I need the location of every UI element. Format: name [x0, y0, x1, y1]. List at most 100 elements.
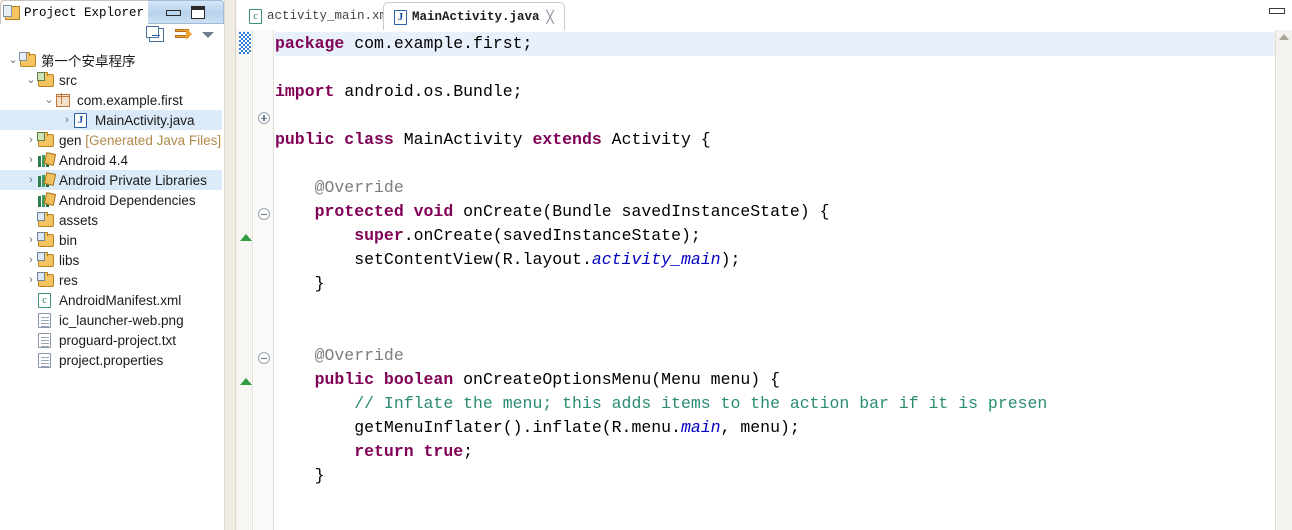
project-explorer-tab-row: Project Explorer ╳	[0, 0, 224, 24]
panel-splitter[interactable]	[224, 0, 236, 530]
tree-item-project-properties[interactable]: project.properties	[0, 350, 222, 370]
code-line[interactable]: return true;	[275, 440, 1275, 464]
link-with-editor-icon[interactable]	[175, 27, 192, 42]
code-line[interactable]: package com.example.first;	[275, 32, 1275, 56]
code-token-kw: public boolean	[314, 370, 454, 389]
editor-minimize-icon[interactable]	[1269, 5, 1285, 14]
project-explorer-toolbar	[0, 24, 224, 46]
chevron-right-icon[interactable]: ›	[24, 174, 38, 186]
project-folder-icon	[19, 52, 38, 68]
code-editor[interactable]: package com.example.first; import androi…	[237, 30, 1292, 530]
code-line[interactable]	[275, 56, 1275, 80]
changed-lines-marker[interactable]	[239, 32, 251, 54]
folder-icon	[37, 212, 56, 228]
tree-item-[interactable]: ⌄ 第一个安卓程序	[0, 50, 222, 70]
tree-item-gen[interactable]: › gen [Generated Java Files]	[0, 130, 222, 150]
tree-item-androidmanifest-xml[interactable]: c AndroidManifest.xml	[0, 290, 222, 310]
code-line[interactable]: public class MainActivity extends Activi…	[275, 128, 1275, 152]
tree-item-label: bin	[59, 232, 78, 248]
code-line[interactable]	[275, 512, 1275, 530]
tree-item-bin[interactable]: › bin	[0, 230, 222, 250]
chevron-right-icon[interactable]: ›	[24, 254, 38, 266]
project-tree[interactable]: ⌄ 第一个安卓程序 ⌄ src ⌄ com.example.first › J MainActi…	[0, 46, 222, 530]
chevron-down-icon[interactable]: ⌄	[6, 54, 20, 66]
code-token-kw: return true	[354, 442, 464, 461]
collapse-all-icon[interactable]	[146, 25, 164, 42]
chevron-right-icon[interactable]: ›	[24, 154, 38, 166]
tree-item-label: Android Dependencies	[59, 192, 196, 208]
folder-icon	[37, 272, 56, 288]
source-folder-icon	[37, 72, 56, 88]
code-line[interactable]	[275, 104, 1275, 128]
file-icon	[38, 332, 56, 348]
tab-project-explorer[interactable]: Project Explorer ╳	[0, 0, 167, 24]
tree-item-label: Android 4.4	[59, 152, 129, 168]
code-line[interactable]	[275, 320, 1275, 344]
chevron-right-icon[interactable]: ›	[24, 274, 38, 286]
override-marker-oncreate[interactable]	[240, 234, 252, 241]
code-line[interactable]: // Inflate the menu; this adds items to …	[275, 392, 1275, 416]
code-token-p: ;	[463, 442, 474, 461]
library-icon	[38, 152, 56, 168]
tree-item-src[interactable]: ⌄ src	[0, 70, 222, 90]
chevron-right-icon[interactable]: ›	[24, 134, 38, 146]
code-line[interactable]: @Override	[275, 344, 1275, 368]
code-line[interactable]: }	[275, 464, 1275, 488]
code-token-p: com.example.first;	[344, 34, 533, 53]
tree-item-proguard-project-txt[interactable]: proguard-project.txt	[0, 330, 222, 350]
override-marker-oncreateoptionsmenu[interactable]	[240, 378, 252, 385]
code-token-kw: import	[275, 82, 335, 101]
maximize-icon[interactable]	[191, 5, 205, 19]
code-token-p: , menu);	[720, 418, 800, 437]
editor-marker-gutter[interactable]	[237, 30, 253, 530]
tree-item-label: 第一个安卓程序	[41, 54, 136, 69]
tree-item-res[interactable]: › res	[0, 270, 222, 290]
tree-item-android-private-libraries[interactable]: › Android Private Libraries	[0, 170, 222, 190]
eclipse-ide-window: Project Explorer ╳ ⌄第一个安卓程序⌄src⌄com.exam…	[0, 0, 1292, 530]
minimize-icon[interactable]	[166, 8, 181, 16]
code-token-p: Activity {	[601, 130, 711, 149]
fold-expand-import[interactable]	[258, 112, 270, 124]
code-line[interactable]: super.onCreate(savedInstanceState);	[275, 224, 1275, 248]
fold-collapse-oncreateoptionsmenu[interactable]	[258, 352, 270, 364]
code-line[interactable]: @Override	[275, 176, 1275, 200]
code-line[interactable]: setContentView(R.layout.activity_main);	[275, 248, 1275, 272]
code-line[interactable]	[275, 296, 1275, 320]
code-line[interactable]: import android.os.Bundle;	[275, 80, 1275, 104]
tree-item-libs[interactable]: › libs	[0, 250, 222, 270]
code-line[interactable]: getMenuInflater().inflate(R.menu.main, m…	[275, 416, 1275, 440]
tab-mainactivity-java[interactable]: J MainActivity.java ╳	[383, 2, 565, 30]
code-line[interactable]: protected void onCreate(Bundle savedInst…	[275, 200, 1275, 224]
tree-item-android-4-4[interactable]: › Android 4.4	[0, 150, 222, 170]
scroll-up-arrow-icon[interactable]	[1279, 34, 1289, 40]
code-line[interactable]: public boolean onCreateOptionsMenu(Menu …	[275, 368, 1275, 392]
vertical-scrollbar[interactable]	[1275, 30, 1292, 530]
chevron-down-icon[interactable]: ⌄	[42, 94, 56, 106]
chevron-right-icon[interactable]: ›	[60, 114, 74, 126]
tab-activity-main-xml[interactable]: c activity_main.xml	[239, 2, 405, 30]
code-line[interactable]: }	[275, 272, 1275, 296]
view-menu-icon[interactable]	[202, 31, 214, 38]
code-line[interactable]	[275, 152, 1275, 176]
library-icon	[38, 172, 56, 188]
chevron-down-icon[interactable]: ⌄	[24, 74, 38, 86]
code-token-p: onCreateOptionsMenu(Menu menu) {	[453, 370, 780, 389]
code-token-kw: public class	[275, 130, 394, 149]
code-line[interactable]	[275, 488, 1275, 512]
tree-item-assets[interactable]: assets	[0, 210, 222, 230]
tree-item-label: com.example.first	[77, 92, 183, 108]
tree-item-label: assets	[59, 212, 99, 228]
tree-item-android-dependencies[interactable]: Android Dependencies	[0, 190, 222, 210]
chevron-right-icon[interactable]: ›	[24, 234, 38, 246]
tree-item-mainactivity-java[interactable]: › J MainActivity.java	[0, 110, 222, 130]
close-icon[interactable]: ╳	[547, 11, 554, 23]
code-token-p	[275, 226, 354, 245]
fold-collapse-oncreate[interactable]	[258, 208, 270, 220]
code-token-p: setContentView(R.layout.	[275, 250, 592, 269]
source-code[interactable]: package com.example.first; import androi…	[275, 30, 1275, 530]
tree-item-ic-launcher-web-png[interactable]: ic_launcher-web.png	[0, 310, 222, 330]
source-folder-icon	[37, 132, 56, 148]
tree-item-label: proguard-project.txt	[59, 332, 177, 348]
editor-folding-gutter[interactable]	[254, 30, 274, 530]
tree-item-com-example-first[interactable]: ⌄ com.example.first	[0, 90, 222, 110]
